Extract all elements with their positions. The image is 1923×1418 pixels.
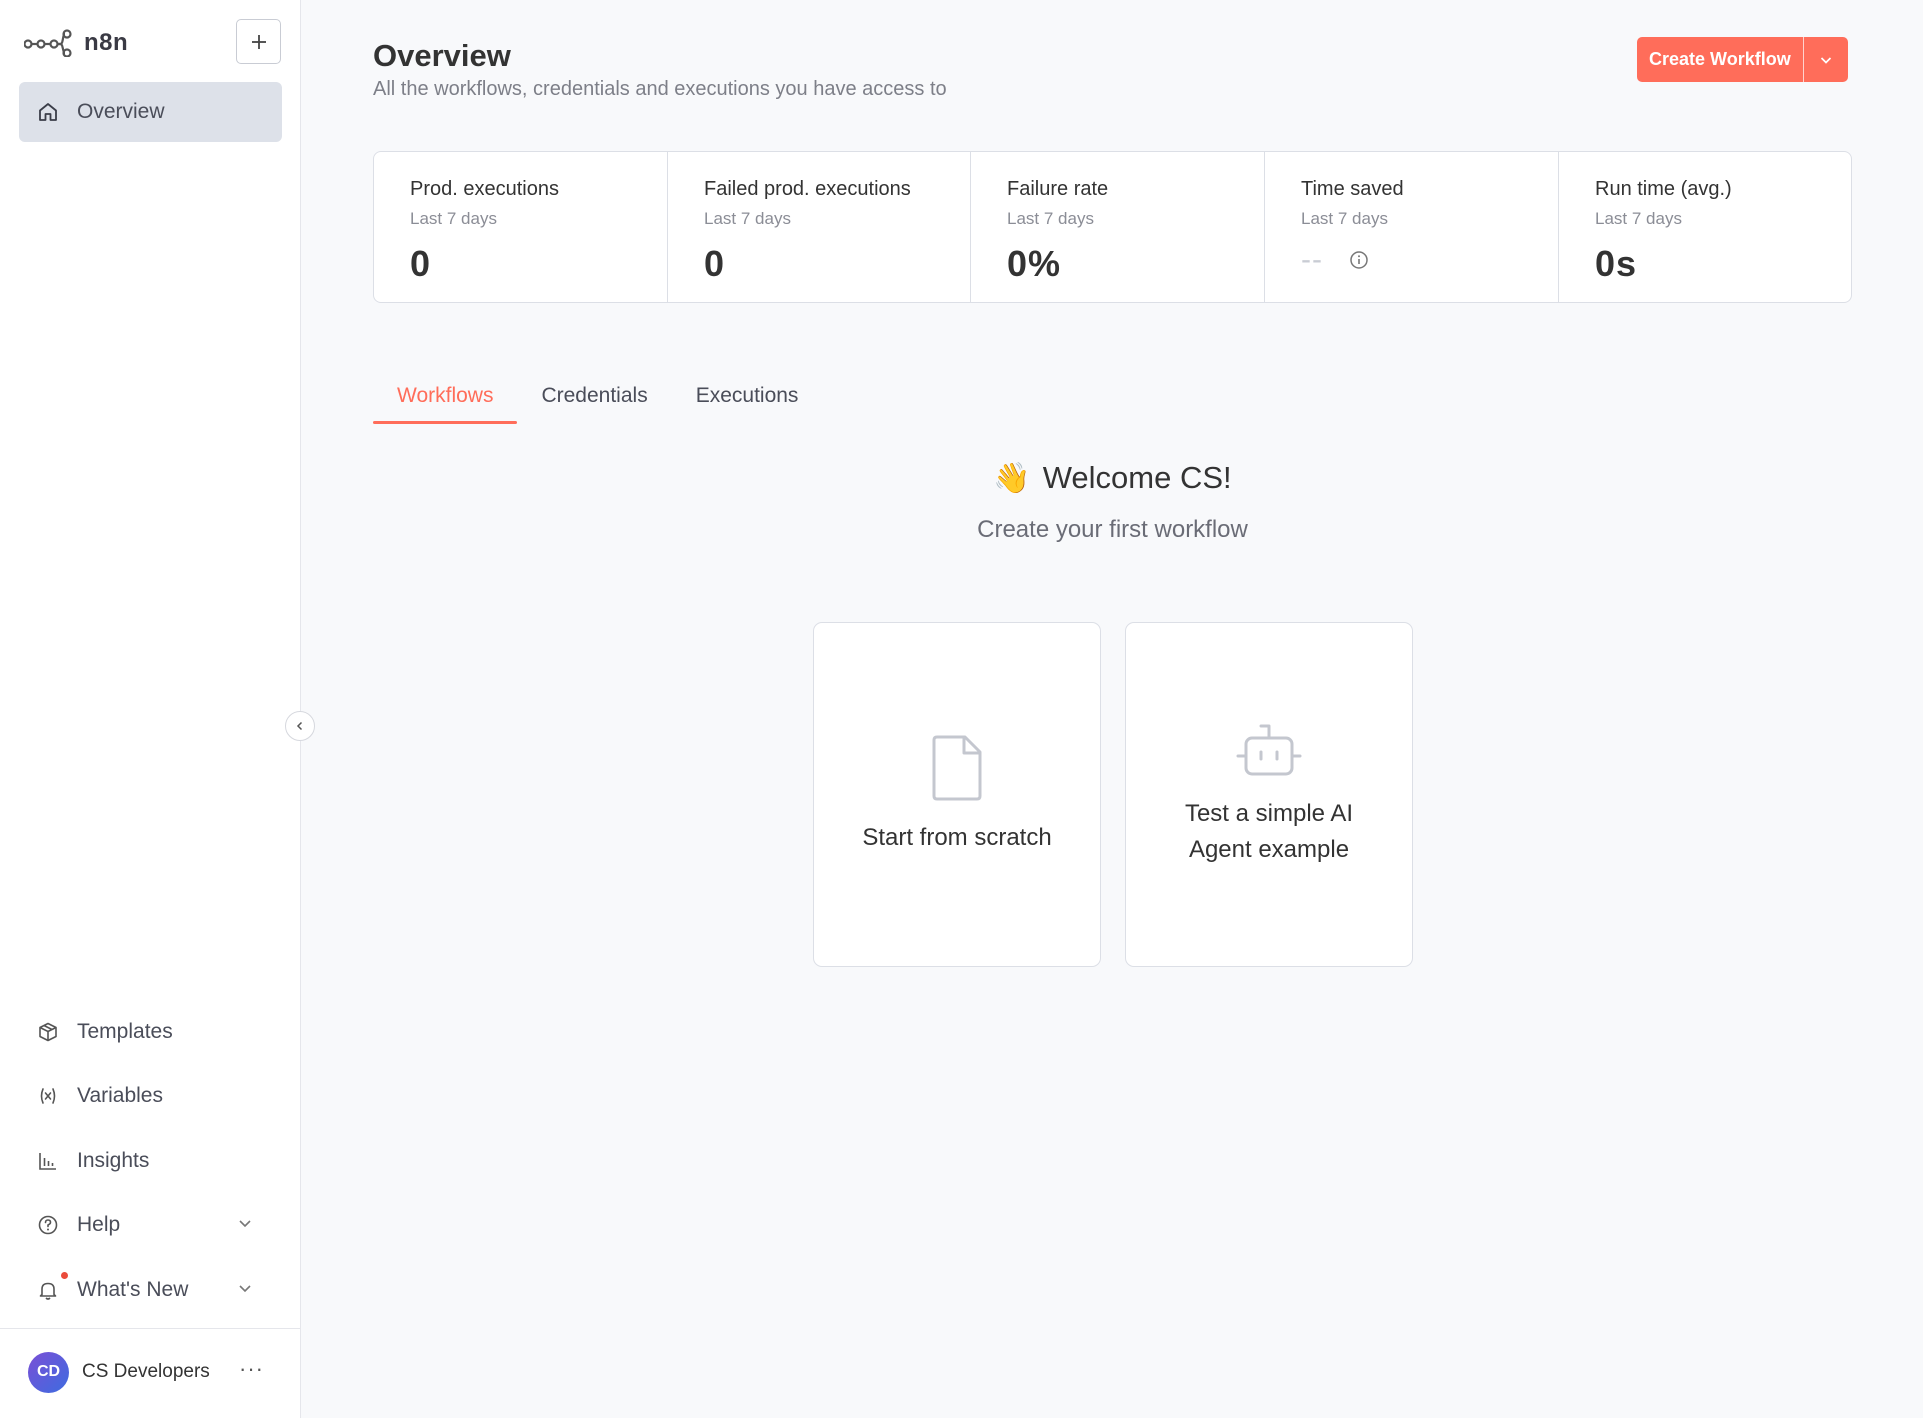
stat-title: Time saved [1301, 178, 1404, 200]
page-title: Overview [373, 38, 511, 73]
sidebar-item-label: Insights [77, 1149, 150, 1172]
bell-icon [39, 1282, 57, 1300]
collapse-sidebar-button[interactable] [285, 711, 315, 741]
chevron-down-icon [239, 1285, 251, 1293]
plus-icon [251, 34, 266, 49]
help-circle-icon [38, 1215, 58, 1235]
stat-period: Last 7 days [1301, 209, 1388, 228]
page-subtitle: All the workflows, credentials and execu… [373, 78, 947, 100]
sidebar-item-label: Templates [77, 1020, 173, 1043]
sidebar-item-label: Variables [77, 1084, 163, 1107]
stat-period: Last 7 days [704, 209, 791, 228]
user-menu[interactable]: CD CS Developers ··· [28, 1350, 278, 1394]
chevron-down-icon [1820, 56, 1831, 64]
stats-summary: Prod. executions Last 7 days 0 Failed pr… [373, 151, 1852, 303]
sidebar-item-insights[interactable]: Insights [19, 1135, 282, 1187]
stat-value: 0% [1007, 243, 1062, 284]
stat-title: Failed prod. executions [704, 178, 911, 200]
start-from-scratch-card[interactable]: Start from scratch [813, 622, 1101, 967]
card-label: Test a simple AI Agent example [1184, 799, 1354, 863]
logo-text: n8n [84, 29, 129, 56]
welcome-title: Welcome CS! [1042, 460, 1232, 495]
tab-executions[interactable]: Executions [672, 378, 823, 424]
sidebar-item-templates[interactable]: Templates [19, 1006, 282, 1058]
main-content: Overview All the workflows, credentials … [301, 0, 1923, 1418]
sidebar-item-label: Help [77, 1213, 121, 1236]
stat-failed-prod-executions[interactable]: Failed prod. executions Last 7 days 0 [668, 152, 971, 302]
sidebar-divider [0, 1328, 301, 1329]
stat-period: Last 7 days [410, 209, 497, 228]
n8n-logo-icon [24, 29, 72, 57]
stat-title: Run time (avg.) [1595, 178, 1732, 200]
create-workflow-dropdown-button[interactable] [1802, 37, 1848, 82]
file-icon [932, 735, 982, 800]
ai-agent-example-card[interactable]: Test a simple AI Agent example [1125, 622, 1413, 967]
stat-run-time-avg[interactable]: Run time (avg.) Last 7 days 0s [1559, 152, 1851, 302]
add-button[interactable] [236, 19, 281, 64]
bar-chart-icon [39, 1153, 56, 1170]
tab-credentials[interactable]: Credentials [517, 378, 671, 424]
box-icon [39, 1022, 57, 1042]
sidebar-item-label: What's New [77, 1278, 189, 1301]
stat-value: 0s [1595, 243, 1638, 284]
stat-value: 0 [704, 243, 726, 284]
tab-workflows[interactable]: Workflows [373, 378, 518, 424]
welcome-subtitle: Create your first workflow [977, 516, 1248, 543]
more-options-button[interactable]: ··· [239, 1356, 264, 1382]
waving-hand-icon: 👋 [993, 461, 1031, 495]
stat-value-row: -- [1301, 243, 1558, 277]
content-tabs: Workflows Credentials Executions [373, 378, 822, 424]
stat-title: Failure rate [1007, 178, 1109, 200]
variable-icon [40, 1088, 56, 1104]
sidebar-item-label: Overview [77, 100, 165, 123]
notification-dot [61, 1272, 68, 1279]
sidebar-item-help[interactable]: Help [19, 1199, 282, 1251]
stat-time-saved[interactable]: Time saved Last 7 days -- [1265, 152, 1559, 302]
sidebar-item-whats-new[interactable]: What's New [19, 1264, 282, 1316]
stat-prod-executions[interactable]: Prod. executions Last 7 days 0 [374, 152, 668, 302]
sidebar: n8n Overview Templates Variables Insight… [0, 0, 301, 1418]
welcome-heading: 👋 Welcome CS! [373, 460, 1852, 496]
sidebar-item-overview[interactable]: Overview [19, 82, 282, 142]
stat-failure-rate[interactable]: Failure rate Last 7 days 0% [971, 152, 1265, 302]
info-icon[interactable] [1349, 250, 1369, 270]
stat-period: Last 7 days [1007, 209, 1094, 228]
avatar: CD [28, 1351, 69, 1393]
sidebar-item-variables[interactable]: Variables [19, 1070, 282, 1122]
user-name: CS Developers [82, 1361, 210, 1382]
logo[interactable]: n8n [24, 22, 128, 64]
home-icon [39, 103, 57, 121]
robot-icon [1236, 724, 1302, 775]
stat-value: -- [1301, 243, 1323, 276]
stat-period: Last 7 days [1595, 209, 1682, 228]
create-workflow-button[interactable]: Create Workflow [1637, 37, 1803, 82]
stat-title: Prod. executions [410, 178, 559, 200]
chevron-down-icon [239, 1220, 251, 1228]
stat-value: 0 [410, 243, 432, 284]
create-workflow-split-button: Create Workflow [1637, 37, 1848, 82]
card-label: Start from scratch [862, 823, 1052, 851]
chevron-left-icon [296, 721, 303, 731]
